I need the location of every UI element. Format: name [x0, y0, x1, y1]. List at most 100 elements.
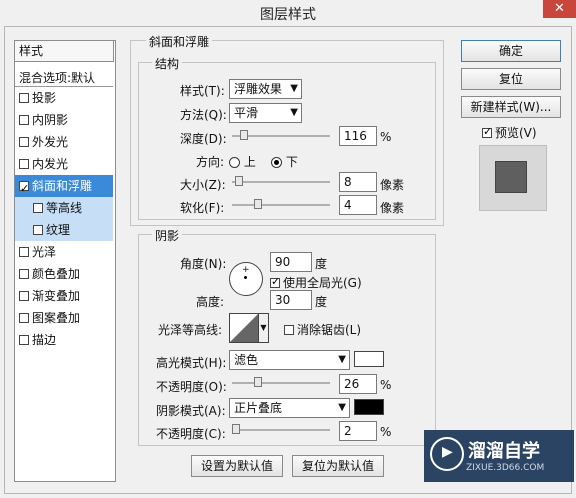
angle-label: 角度(N):	[180, 257, 227, 271]
style-item-label: 内阴影	[32, 113, 69, 127]
altitude-input[interactable]: 30	[270, 290, 312, 310]
style-item-10[interactable]: 渐变叠加	[15, 285, 113, 307]
style-item-3[interactable]: 外发光	[15, 131, 113, 153]
highlight-opacity-slider[interactable]	[232, 382, 330, 384]
checkbox[interactable]	[33, 225, 43, 235]
chevron-down-icon: ▼	[290, 83, 298, 94]
style-item-6[interactable]: 等高线	[15, 197, 113, 219]
chevron-down-icon[interactable]: ▼	[259, 313, 269, 343]
antialias-checkbox[interactable]: 消除锯齿(L)	[284, 321, 361, 338]
highlight-color-swatch[interactable]	[354, 351, 384, 367]
checkbox[interactable]	[19, 159, 29, 169]
highlight-opacity-input[interactable]: 26	[339, 374, 377, 394]
style-item-1[interactable]: 投影	[15, 87, 113, 109]
shadow-mode-select[interactable]: 正片叠底 ▼	[229, 398, 350, 418]
make-default-button[interactable]: 设置为默认值	[191, 455, 283, 477]
soften-slider[interactable]	[232, 204, 330, 206]
depth-slider-thumb[interactable]	[240, 130, 248, 140]
gloss-contour-label: 光泽等高线:	[158, 323, 223, 337]
reset-button[interactable]: 复位	[461, 68, 561, 90]
reset-default-button[interactable]: 复位为默认值	[292, 455, 384, 477]
style-label: 样式(T):	[180, 84, 225, 98]
style-item-12[interactable]: 描边	[15, 329, 113, 351]
shadow-opacity-label: 不透明度(C):	[156, 427, 226, 441]
chevron-down-icon: ▼	[338, 354, 346, 365]
style-select[interactable]: 浮雕效果 ▼	[229, 79, 302, 99]
checkbox[interactable]	[19, 178, 29, 200]
play-icon: ▶	[430, 437, 464, 471]
style-item-label: 斜面和浮雕	[32, 179, 93, 193]
checkbox[interactable]	[19, 137, 29, 147]
style-item-4[interactable]: 内发光	[15, 153, 113, 175]
pct-unit: %	[380, 425, 392, 439]
size-slider[interactable]	[232, 181, 330, 183]
altitude-label: 高度:	[196, 295, 225, 309]
angle-input[interactable]: 90	[270, 252, 312, 272]
checkbox[interactable]	[19, 313, 29, 323]
style-item-label: 等高线	[46, 201, 83, 215]
checkbox[interactable]	[19, 93, 29, 103]
dialog-title: 图层样式	[260, 7, 316, 23]
style-item-5[interactable]: 斜面和浮雕	[15, 175, 113, 200]
direction-down[interactable]: 下	[271, 153, 298, 170]
highlight-mode-select[interactable]: 滤色 ▼	[229, 350, 350, 370]
global-light-checkbox[interactable]: 使用全局光(G)	[270, 274, 362, 291]
style-item-7[interactable]: 纹理	[15, 219, 113, 241]
new-style-button[interactable]: 新建样式(W)...	[461, 96, 561, 118]
direction-up[interactable]: 上	[229, 153, 256, 170]
shading-title: 阴影	[152, 227, 183, 244]
checkbox[interactable]	[19, 269, 29, 279]
style-item-2[interactable]: 内阴影	[15, 109, 113, 131]
radio-up[interactable]	[229, 157, 240, 168]
technique-label: 方法(Q):	[180, 108, 227, 122]
shadow-color-swatch[interactable]	[354, 399, 384, 415]
size-input[interactable]: 8	[339, 172, 377, 192]
direction-label: 方向:	[196, 155, 225, 169]
checkbox[interactable]	[19, 291, 29, 301]
shadow-mode-label: 阴影模式(A):	[156, 404, 226, 418]
checkbox[interactable]	[284, 325, 294, 335]
size-slider-thumb[interactable]	[235, 176, 243, 186]
highlight-mode-label: 高光模式(H):	[156, 356, 227, 370]
angle-unit: 度	[315, 257, 328, 271]
soften-slider-thumb[interactable]	[254, 199, 262, 209]
watermark-name: 溜溜自学	[468, 441, 540, 462]
checkbox[interactable]	[270, 275, 280, 288]
depth-label: 深度(D):	[180, 132, 227, 146]
style-item-label: 纹理	[46, 223, 71, 237]
highlight-opacity-label: 不透明度(O):	[156, 380, 227, 394]
style-item-label: 渐变叠加	[32, 289, 81, 303]
styles-header[interactable]: 样式	[14, 40, 114, 62]
preview-checkbox[interactable]: 预览(V)	[482, 124, 537, 141]
bevel-title: 斜面和浮雕	[146, 33, 213, 50]
checkbox[interactable]	[482, 125, 492, 138]
radio-down[interactable]	[271, 157, 282, 168]
depth-input[interactable]: 116	[339, 126, 377, 146]
checkbox[interactable]	[19, 335, 29, 345]
ok-button[interactable]: 确定	[461, 40, 561, 62]
size-label: 大小(Z):	[180, 178, 226, 192]
angle-dot	[244, 276, 247, 279]
technique-select[interactable]: 平滑 ▼	[229, 103, 302, 123]
chevron-down-icon: ▼	[338, 402, 346, 413]
highlight-opacity-thumb[interactable]	[254, 377, 262, 387]
altitude-unit: 度	[315, 295, 328, 309]
checkbox[interactable]	[19, 247, 29, 257]
style-item-8[interactable]: 光泽	[15, 241, 113, 263]
soften-input[interactable]: 4	[339, 195, 377, 215]
style-item-label: 内发光	[32, 157, 69, 171]
style-item-label: 外发光	[32, 135, 69, 149]
gloss-contour-picker[interactable]	[229, 313, 259, 343]
shadow-opacity-slider[interactable]	[232, 429, 330, 431]
pct-unit: %	[380, 378, 392, 392]
style-item-label: 描边	[32, 333, 57, 347]
checkbox[interactable]	[33, 203, 43, 213]
close-button[interactable]: ✕	[543, 0, 576, 18]
shadow-opacity-input[interactable]: 2	[339, 421, 377, 441]
depth-unit: %	[380, 130, 392, 144]
shadow-opacity-thumb[interactable]	[232, 424, 240, 434]
style-item-11[interactable]: 图案叠加	[15, 307, 113, 329]
style-item-9[interactable]: 颜色叠加	[15, 263, 113, 285]
style-item-label: 颜色叠加	[32, 267, 81, 281]
checkbox[interactable]	[19, 115, 29, 125]
